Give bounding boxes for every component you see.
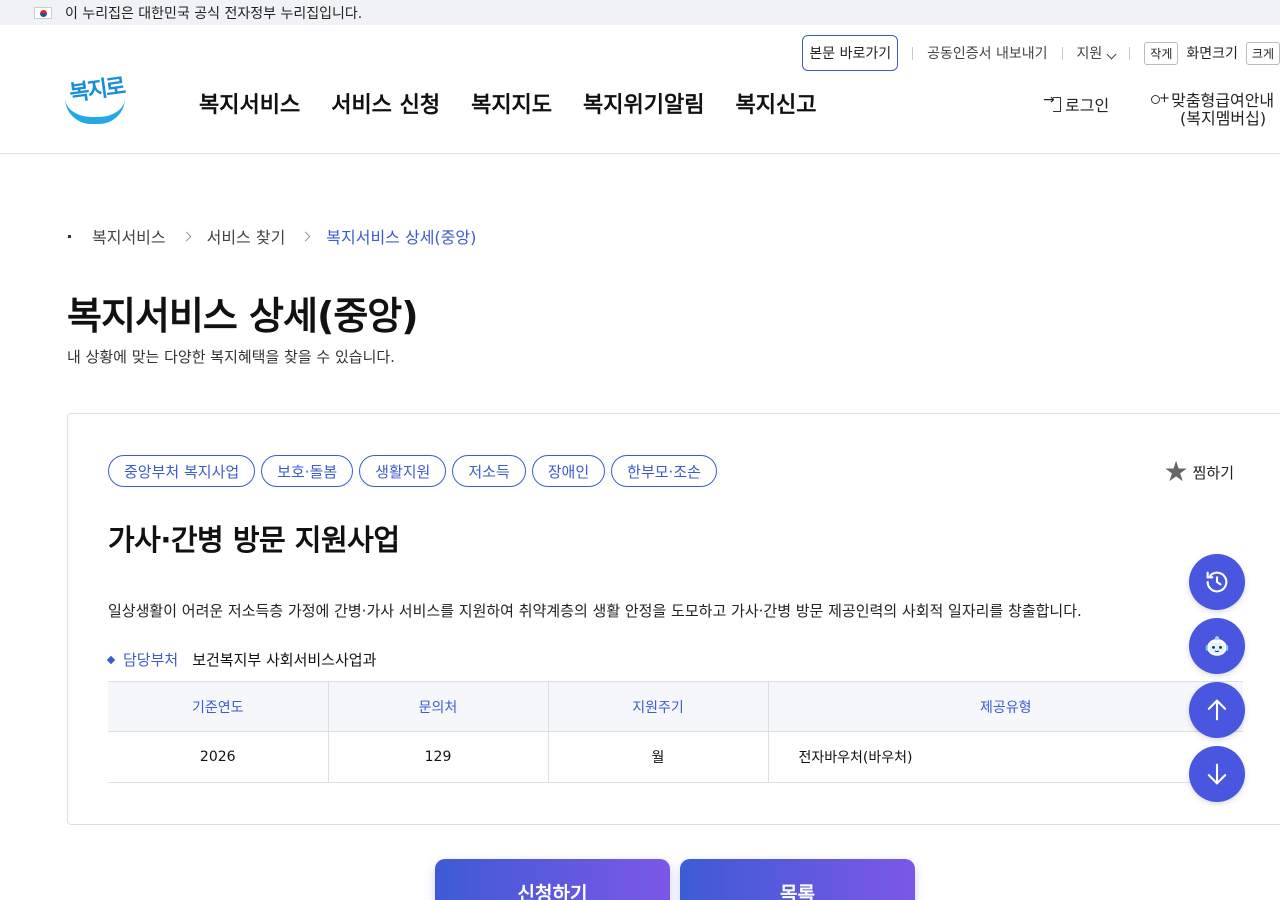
- tag[interactable]: 장애인: [531, 455, 606, 487]
- favorite-label: 찜하기: [1192, 463, 1234, 482]
- home-dot-icon: [68, 234, 71, 238]
- column-header: 문의처: [328, 681, 549, 732]
- column-header: 제공유형: [768, 681, 1243, 732]
- breadcrumb-item[interactable]: 복지서비스: [92, 224, 166, 248]
- table-header-row: 기준연도 문의처 지원주기 제공유형: [108, 681, 1243, 732]
- nav-item-crisis-alert[interactable]: 복지위기알림: [583, 87, 704, 119]
- divider: [1061, 46, 1063, 60]
- table-row: 2026 129 월 전자바우처(바우처): [108, 731, 1243, 783]
- font-small-button[interactable]: 작게: [1144, 41, 1179, 65]
- tag[interactable]: 보호·돌봄: [261, 455, 354, 487]
- login-label: 로그인: [1065, 96, 1110, 115]
- service-detail-card: 중앙부처 복지사업 보호·돌봄 생활지원 저소득 장애인 한부모·조손 ★ 찜하…: [67, 413, 1280, 825]
- korea-flag-icon: [34, 6, 52, 19]
- divider: [912, 46, 914, 60]
- page-title: 복지서비스 상세(중앙): [67, 294, 419, 338]
- membership-link[interactable]: 맞춤형급여안내 (복지멤버십): [1148, 90, 1275, 128]
- favorite-button[interactable]: ★ 찜하기: [1163, 458, 1234, 486]
- tag[interactable]: 저소득: [452, 455, 526, 487]
- service-title: 가사·간병 방문 지원사업: [108, 523, 400, 557]
- login-button[interactable]: 로그인: [1043, 92, 1110, 116]
- chevron-right-icon: [300, 231, 311, 241]
- apply-button[interactable]: 신청하기: [435, 859, 670, 900]
- service-description: 일상생활이 어려운 저소득층 가정에 간병·가사 서비스를 지원하여 취약계층의…: [108, 602, 1082, 620]
- scroll-bottom-button[interactable]: [1189, 746, 1245, 802]
- page-subtitle: 내 상황에 맞는 다양한 복지혜택을 찾을 수 있습니다.: [67, 348, 395, 366]
- table-cell: 129: [328, 731, 549, 783]
- gov-banner: 이 누리집은 대한민국 공식 전자정부 누리집입니다.: [0, 0, 1280, 25]
- nav-item-service-apply[interactable]: 서비스 신청: [331, 87, 440, 119]
- service-tags: 중앙부처 복지사업 보호·돌봄 생활지원 저소득 장애인 한부모·조손: [108, 455, 717, 487]
- utility-bar: 본문 바로가기 공동인증서 내보내기 지원 작게 화면크기 크게: [802, 35, 1280, 71]
- support-label: 지원: [1076, 46, 1103, 62]
- main-nav: 복지서비스 서비스 신청 복지지도 복지위기알림 복지신고: [199, 87, 816, 119]
- nav-item-welfare-service[interactable]: 복지서비스: [199, 87, 300, 119]
- chevron-right-icon: [181, 231, 192, 241]
- breadcrumb: 복지서비스 서비스 찾기 복지서비스 상세(중앙): [68, 224, 476, 248]
- breadcrumb-item[interactable]: 서비스 찾기: [207, 224, 286, 248]
- history-icon: [1206, 571, 1228, 593]
- gov-banner-text: 이 누리집은 대한민국 공식 전자정부 누리집입니다.: [65, 5, 363, 22]
- membership-label-line2: (복지멤버십): [1180, 109, 1267, 128]
- support-menu[interactable]: 지원: [1076, 43, 1117, 63]
- chatbot-button[interactable]: [1189, 618, 1245, 674]
- column-header: 기준연도: [108, 681, 329, 732]
- arrow-up-icon: [1207, 699, 1227, 721]
- nav-item-welfare-report[interactable]: 복지신고: [736, 87, 817, 119]
- site-logo[interactable]: 복지로: [65, 72, 127, 126]
- font-large-button[interactable]: 크게: [1245, 41, 1280, 65]
- department-value: 보건복지부 사회서비스사업과: [192, 651, 377, 669]
- table-cell: 2026: [108, 731, 329, 783]
- list-button[interactable]: 목록: [680, 859, 915, 900]
- user-add-icon: [1148, 90, 1170, 109]
- tag[interactable]: 중앙부처 복지사업: [108, 455, 256, 487]
- tag[interactable]: 한부모·조손: [611, 455, 717, 487]
- login-icon: [1043, 92, 1061, 112]
- service-info-table: 기준연도 문의처 지원주기 제공유형 2026 129 월 전자바우처(바우처): [108, 681, 1243, 783]
- recent-history-button[interactable]: [1189, 554, 1245, 610]
- star-icon: ★: [1163, 455, 1189, 488]
- chatbot-icon: [1205, 636, 1229, 656]
- nav-item-welfare-map[interactable]: 복지지도: [471, 87, 552, 119]
- breadcrumb-current: 복지서비스 상세(중앙): [326, 228, 477, 247]
- font-size-label: 화면크기: [1186, 46, 1238, 62]
- divider: [1129, 46, 1131, 60]
- table-cell: 전자바우처(바우처): [768, 731, 1243, 783]
- department-label: 담당부처: [123, 651, 179, 669]
- logo-smile-icon: [65, 98, 125, 124]
- arrow-down-icon: [1207, 763, 1227, 785]
- tag[interactable]: 생활지원: [359, 455, 447, 487]
- chevron-down-icon: [1106, 49, 1117, 60]
- membership-label-line1: 맞춤형급여안내: [1171, 91, 1275, 110]
- department-info: 담당부처 보건복지부 사회서비스사업과: [106, 649, 377, 670]
- cert-export-link[interactable]: 공동인증서 내보내기: [927, 43, 1047, 63]
- table-cell: 월: [548, 731, 769, 783]
- site-header: 복지로 본문 바로가기 공동인증서 내보내기 지원 작게 화면크기 크게 복지서…: [0, 25, 1280, 154]
- diamond-bullet-icon: [106, 655, 116, 664]
- skip-to-content-button[interactable]: 본문 바로가기: [802, 35, 899, 71]
- column-header: 지원주기: [548, 681, 769, 732]
- scroll-top-button[interactable]: [1189, 682, 1245, 738]
